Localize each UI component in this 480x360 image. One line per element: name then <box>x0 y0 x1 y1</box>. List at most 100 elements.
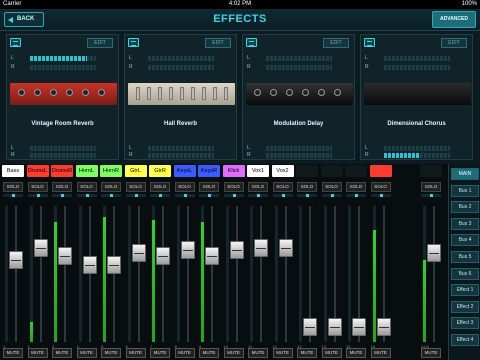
pan-control[interactable] <box>199 194 219 197</box>
solo-button[interactable]: SOLO <box>346 182 366 192</box>
channel-fader[interactable] <box>33 239 48 258</box>
solo-button[interactable]: SOLO <box>76 182 97 192</box>
solo-button[interactable]: SOLO <box>174 182 195 192</box>
channel-fader[interactable] <box>427 243 441 262</box>
mute-button[interactable]: MUTE <box>101 348 121 358</box>
bus-button[interactable]: MAIN <box>451 168 479 180</box>
bus-button[interactable]: Bus 5 <box>451 251 479 263</box>
effect-device-icon[interactable] <box>364 38 375 47</box>
channel-name-tab[interactable] <box>369 165 392 177</box>
pan-control[interactable] <box>346 194 366 197</box>
bus-button[interactable]: Bus 3 <box>451 217 479 230</box>
channel-name-tab[interactable] <box>345 165 367 177</box>
advanced-button[interactable]: ADVANCED <box>432 11 476 28</box>
channel-name-tab[interactable]: Vox2 <box>271 165 294 177</box>
channel-fader[interactable] <box>278 239 293 258</box>
pan-control[interactable] <box>150 194 170 197</box>
channel-fader[interactable] <box>131 243 146 262</box>
channel-name-tab[interactable] <box>420 165 442 177</box>
bus-button[interactable]: Effect 2 <box>451 300 479 313</box>
solo-button[interactable]: SOLO <box>125 182 146 192</box>
channel-fader[interactable] <box>254 239 268 258</box>
channel-fader[interactable] <box>107 255 121 274</box>
channel-fader[interactable] <box>156 247 170 266</box>
mute-button[interactable]: MUTE <box>346 348 366 358</box>
channel-name-tab[interactable]: KeysL <box>173 165 196 177</box>
solo-button[interactable]: SOLO <box>3 182 23 192</box>
channel-name-tab[interactable]: HornR <box>100 165 122 177</box>
mute-button[interactable]: MUTE <box>199 348 219 358</box>
bus-button[interactable]: Effect 3 <box>451 317 479 330</box>
pan-control[interactable] <box>76 194 97 197</box>
edit-button[interactable]: EDIT <box>87 38 113 48</box>
channel-name-tab[interactable]: Klick <box>222 165 245 177</box>
channel-name-tab[interactable]: Vox1 <box>247 165 269 177</box>
pan-control[interactable] <box>174 194 195 197</box>
edit-button[interactable]: EDIT <box>441 38 467 48</box>
pan-control[interactable] <box>101 194 121 197</box>
bus-button[interactable]: Effect 4 <box>451 334 479 346</box>
solo-button[interactable]: SOLO <box>321 182 342 192</box>
mute-button[interactable]: MUTE <box>223 348 244 358</box>
bus-button[interactable]: Bus 1 <box>451 184 479 197</box>
solo-button[interactable]: SOLO <box>52 182 72 192</box>
bus-button[interactable]: Bus 4 <box>451 234 479 247</box>
solo-button[interactable]: SOLO <box>370 182 391 192</box>
channel-fader[interactable] <box>229 241 244 260</box>
channel-name-tab[interactable]: Bass <box>2 165 24 177</box>
solo-button[interactable]: SOLO <box>199 182 219 192</box>
solo-button[interactable]: SOLO <box>27 182 48 192</box>
mute-button[interactable]: MUTE <box>3 348 23 358</box>
pan-control[interactable] <box>321 194 342 197</box>
pan-control[interactable] <box>297 194 317 197</box>
channel-name-tab[interactable]: GtrR <box>149 165 171 177</box>
solo-button[interactable]: SOLO <box>101 182 121 192</box>
solo-button[interactable]: SOLO <box>248 182 268 192</box>
channel-fader[interactable] <box>58 247 72 266</box>
edit-button[interactable]: EDIT <box>205 38 231 48</box>
channel-fader[interactable] <box>205 247 219 266</box>
channel-fader[interactable] <box>352 318 366 337</box>
channel-fader[interactable] <box>327 318 342 337</box>
bus-button[interactable]: Bus 6 <box>451 267 479 280</box>
pan-control[interactable] <box>421 194 441 197</box>
channel-name-tab[interactable]: GtrL <box>124 165 147 177</box>
channel-name-tab[interactable]: KeysR <box>198 165 220 177</box>
pan-control[interactable] <box>272 194 293 197</box>
pan-control[interactable] <box>248 194 268 197</box>
mute-button[interactable]: MUTE <box>125 348 146 358</box>
solo-button[interactable]: SOLO <box>272 182 293 192</box>
mute-button[interactable]: MUTE <box>248 348 268 358</box>
pan-control[interactable] <box>52 194 72 197</box>
effect-device-image[interactable] <box>364 83 471 105</box>
mute-button[interactable]: MUTE <box>421 348 441 358</box>
channel-fader[interactable] <box>82 255 97 274</box>
effect-device-image[interactable] <box>128 83 235 105</box>
pan-control[interactable] <box>125 194 146 197</box>
mute-button[interactable]: MUTE <box>297 348 317 358</box>
effect-device-image[interactable] <box>246 83 353 105</box>
channel-fader[interactable] <box>9 250 23 269</box>
channel-name-tab[interactable] <box>296 165 318 177</box>
mute-button[interactable]: MUTE <box>150 348 170 358</box>
pan-control[interactable] <box>370 194 391 197</box>
pan-control[interactable] <box>3 194 23 197</box>
effect-device-image[interactable] <box>10 83 117 105</box>
effect-device-icon[interactable] <box>10 38 21 47</box>
solo-button[interactable]: SOLO <box>297 182 317 192</box>
mute-button[interactable]: MUTE <box>27 348 48 358</box>
edit-button[interactable]: EDIT <box>323 38 349 48</box>
mute-button[interactable]: MUTE <box>52 348 72 358</box>
effect-device-icon[interactable] <box>128 38 139 47</box>
channel-fader[interactable] <box>303 318 317 337</box>
channel-name-tab[interactable]: DrumsL <box>26 165 49 177</box>
bus-button[interactable]: Bus 2 <box>451 201 479 214</box>
mute-button[interactable]: MUTE <box>272 348 293 358</box>
channel-name-tab[interactable]: HornL <box>75 165 98 177</box>
channel-fader[interactable] <box>376 318 391 337</box>
effect-device-icon[interactable] <box>246 38 257 47</box>
channel-name-tab[interactable] <box>320 165 343 177</box>
bus-button[interactable]: Effect 1 <box>451 284 479 297</box>
channel-fader[interactable] <box>180 241 195 260</box>
channel-name-tab[interactable]: DrumsR <box>51 165 73 177</box>
